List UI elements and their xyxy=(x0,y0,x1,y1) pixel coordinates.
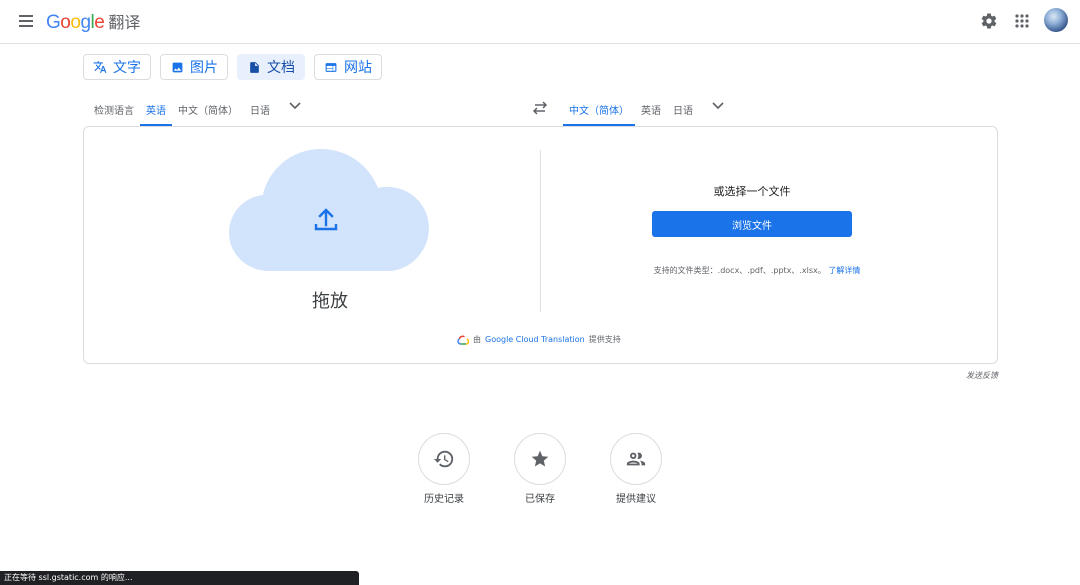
browser-status-bar: 正在等待 ssl.gstatic.com 的响应... xyxy=(0,571,359,585)
cloud-upload-icon xyxy=(229,149,429,271)
tab-images[interactable]: 图片 xyxy=(160,54,228,80)
tab-documents-label: 文档 xyxy=(267,60,295,76)
document-icon xyxy=(247,60,261,74)
supported-file-types: 支持的文件类型：.docx、.pdf、.pptx、.xlsx。 了解详情 xyxy=(642,265,872,276)
hamburger-icon-line xyxy=(19,20,33,22)
contribute-button[interactable] xyxy=(610,433,662,485)
source-lang-more-button[interactable] xyxy=(284,96,306,126)
logo-letter: g xyxy=(80,12,91,33)
google-translate-logo[interactable]: G o o g l e 翻译 xyxy=(46,9,140,34)
target-lang-chinese-simplified[interactable]: 中文（简体） xyxy=(563,96,635,126)
drop-zone[interactable] xyxy=(229,149,429,271)
hamburger-icon-line xyxy=(19,25,33,27)
powered-by-suffix: 提供支持 xyxy=(588,335,621,344)
chevron-down-icon xyxy=(289,102,301,110)
hamburger-icon xyxy=(19,15,33,17)
swap-arrows-icon xyxy=(532,101,548,115)
history-icon xyxy=(433,450,454,468)
saved-label: 已保存 xyxy=(525,494,555,505)
history-button[interactable] xyxy=(418,433,470,485)
document-upload-panel: 拖放 或选择一个文件 浏览文件 支持的文件类型：.docx、.pdf、.pptx… xyxy=(83,126,998,364)
target-language-bar: 中文（简体） 英语 日语 xyxy=(563,96,729,126)
main-menu-button[interactable] xyxy=(15,10,37,32)
logo-letter: G xyxy=(46,12,61,33)
choose-file-label: 或选择一个文件 xyxy=(713,185,791,198)
target-lang-english[interactable]: 英语 xyxy=(635,96,667,126)
contribute-label: 提供建议 xyxy=(616,494,656,505)
top-app-bar: G o o g l e 翻译 xyxy=(0,0,1080,44)
browse-files-button[interactable]: 浏览文件 xyxy=(652,211,852,237)
logo-letter: o xyxy=(60,12,71,33)
source-lang-japanese[interactable]: 日语 xyxy=(244,96,276,126)
learn-more-link[interactable]: 了解详情 xyxy=(828,266,860,275)
tab-websites[interactable]: 网站 xyxy=(314,54,382,80)
mode-tabs: 文字 图片 文档 网站 xyxy=(83,54,382,80)
powered-by: 由 Google Cloud Translation 提供支持 xyxy=(457,334,621,345)
source-lang-detect[interactable]: 检测语言 xyxy=(88,96,140,126)
powered-by-prefix: 由 xyxy=(473,335,481,344)
logo-letter: o xyxy=(70,12,81,33)
shortcut-history: 历史记录 xyxy=(404,433,484,505)
target-lang-japanese[interactable]: 日语 xyxy=(667,96,699,126)
send-feedback-link[interactable]: 发送反馈 xyxy=(935,370,998,381)
google-cloud-icon xyxy=(457,335,469,345)
google-apps-button[interactable] xyxy=(1010,9,1034,33)
tab-text-label: 文字 xyxy=(113,60,141,76)
tab-documents[interactable]: 文档 xyxy=(237,54,305,80)
tab-images-label: 图片 xyxy=(190,60,218,76)
supported-types-text: 支持的文件类型：.docx、.pdf、.pptx、.xlsx。 xyxy=(653,266,826,275)
source-lang-chinese-simplified[interactable]: 中文（简体） xyxy=(172,96,244,126)
logo-suffix: 翻译 xyxy=(108,15,141,32)
gear-icon xyxy=(981,13,997,29)
shortcut-contribute: 提供建议 xyxy=(596,433,676,505)
panel-divider xyxy=(540,150,541,312)
source-language-bar: 检测语言 英语 中文（简体） 日语 xyxy=(88,96,306,126)
shortcut-saved: 已保存 xyxy=(500,433,580,505)
website-icon xyxy=(324,60,338,74)
chevron-down-icon xyxy=(712,102,724,110)
source-lang-english[interactable]: 英语 xyxy=(140,96,172,126)
tab-websites-label: 网站 xyxy=(344,60,372,76)
logo-letter: e xyxy=(94,12,105,33)
target-lang-more-button[interactable] xyxy=(707,96,729,126)
settings-button[interactable] xyxy=(977,9,1001,33)
star-icon xyxy=(531,450,549,467)
account-avatar[interactable] xyxy=(1044,8,1068,32)
people-icon xyxy=(626,452,646,466)
swap-languages-button[interactable] xyxy=(531,100,549,116)
drag-drop-label: 拖放 xyxy=(312,291,348,312)
history-label: 历史记录 xyxy=(424,494,464,505)
google-cloud-translation-link[interactable]: Google Cloud Translation xyxy=(485,335,585,344)
image-icon xyxy=(170,60,184,74)
translate-icon xyxy=(93,60,107,74)
tab-text[interactable]: 文字 xyxy=(83,54,151,80)
apps-grid-icon xyxy=(1015,14,1029,28)
saved-button[interactable] xyxy=(514,433,566,485)
